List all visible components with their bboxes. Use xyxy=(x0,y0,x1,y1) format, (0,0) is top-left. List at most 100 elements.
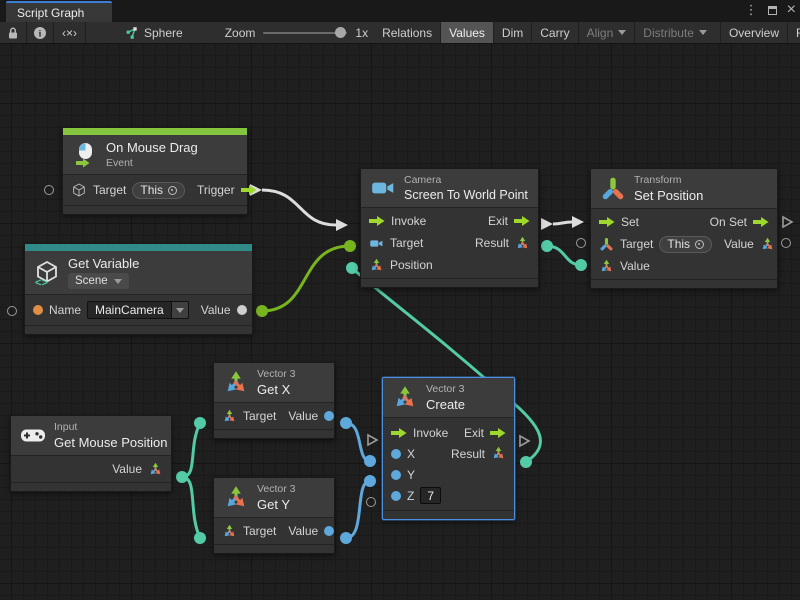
camera-target-port[interactable] xyxy=(344,240,356,252)
variable-scope-dropdown[interactable]: Scene xyxy=(68,273,129,289)
wire-trigger-to-invoke[interactable] xyxy=(262,190,336,225)
value-output-port[interactable] xyxy=(324,411,334,421)
wire-mouse-to-gety[interactable] xyxy=(182,477,200,538)
node-category: Camera xyxy=(404,174,528,186)
y-input-port[interactable] xyxy=(391,470,401,480)
code-icon: ‹×› xyxy=(62,26,77,40)
edit-code-button[interactable]: ‹×› xyxy=(54,22,86,43)
wire-gety-to-y[interactable] xyxy=(346,481,370,538)
camera-icon xyxy=(370,175,396,201)
chevron-down-icon xyxy=(114,279,122,284)
flow-arrow-icon[interactable] xyxy=(391,427,407,439)
wire-exit-to-set[interactable] xyxy=(553,222,572,224)
value-input-label: Value xyxy=(620,259,650,273)
maximize-icon[interactable] xyxy=(768,6,777,15)
node-get-mouse-position[interactable]: Input Get Mouse Position Value xyxy=(10,415,172,492)
node-title: On Mouse Drag xyxy=(106,140,198,155)
window-controls: ⋮ × xyxy=(745,0,796,20)
graph-name: Sphere xyxy=(144,26,183,40)
camera-result-port[interactable] xyxy=(541,240,553,252)
name-input-port[interactable] xyxy=(33,305,43,315)
graph-canvas[interactable]: On Mouse Drag Event Target This Trigger xyxy=(0,44,800,600)
getx-value-port[interactable] xyxy=(340,417,352,429)
create-exit-output-port[interactable] xyxy=(518,434,531,448)
full-screen-button[interactable]: Full Screen xyxy=(788,22,800,43)
exit-port-out[interactable] xyxy=(541,218,553,230)
get-variable-name-input-port[interactable] xyxy=(7,306,17,316)
this-target-chip[interactable]: This xyxy=(132,182,185,199)
relations-button[interactable]: Relations xyxy=(374,22,441,43)
vector3-port-icon[interactable] xyxy=(222,409,237,424)
z-value-field[interactable]: 7 xyxy=(420,487,441,504)
node-on-mouse-drag[interactable]: On Mouse Drag Event Target This Trigger xyxy=(62,127,248,215)
set-port-in[interactable] xyxy=(572,216,584,228)
node-get-x[interactable]: Vector 3 Get X Target Value xyxy=(213,362,335,439)
vector3-icon xyxy=(392,385,418,411)
wire-variable-to-target[interactable] xyxy=(262,246,350,311)
close-icon[interactable]: × xyxy=(787,0,796,20)
distribute-button[interactable]: Distribute xyxy=(635,22,715,43)
camera-position-port[interactable] xyxy=(346,262,358,274)
inspect-button[interactable] xyxy=(27,22,54,43)
node-screen-to-world-point[interactable]: Camera Screen To World Point Invoke Exit… xyxy=(360,168,539,288)
mouse-value-port[interactable] xyxy=(176,471,188,483)
flow-arrow-icon[interactable] xyxy=(599,216,615,228)
align-button[interactable]: Align xyxy=(579,22,636,43)
flow-arrow-icon[interactable] xyxy=(514,215,530,227)
flow-arrow-icon[interactable] xyxy=(753,216,769,228)
vector3-port-icon[interactable] xyxy=(515,236,530,251)
unity-variable-icon xyxy=(34,260,60,286)
vector3-port-icon[interactable] xyxy=(491,446,506,461)
create-z-input-port[interactable] xyxy=(366,497,376,507)
x-input-port[interactable] xyxy=(391,449,401,459)
values-button[interactable]: Values xyxy=(441,22,494,43)
carry-button[interactable]: Carry xyxy=(532,22,578,43)
dim-button[interactable]: Dim xyxy=(494,22,532,43)
flow-arrow-icon[interactable] xyxy=(241,184,257,196)
variable-value-port[interactable] xyxy=(256,305,268,317)
wire-mouse-to-getx[interactable] xyxy=(182,423,200,477)
vector3-port-icon[interactable] xyxy=(222,524,237,539)
zoom-slider-handle[interactable] xyxy=(335,27,346,38)
node-set-position[interactable]: Transform Set Position Set On Set Target… xyxy=(590,168,778,289)
transform-port-icon[interactable] xyxy=(599,237,614,252)
tab-script-graph[interactable]: Script Graph xyxy=(6,1,112,22)
camera-port-icon[interactable] xyxy=(369,236,384,251)
flow-arrow-icon[interactable] xyxy=(490,427,506,439)
create-y-port[interactable] xyxy=(364,475,376,487)
node-create-vector3[interactable]: Vector 3 Create Invoke Exit X Result xyxy=(382,377,515,520)
vector3-port-icon[interactable] xyxy=(148,462,163,477)
gety-value-port[interactable] xyxy=(340,532,352,544)
transform-target-input-port[interactable] xyxy=(576,238,586,248)
this-target-chip[interactable]: This xyxy=(659,236,712,253)
transform-value-port[interactable] xyxy=(575,259,587,271)
overview-button[interactable]: Overview xyxy=(720,22,788,43)
transform-value-output-port[interactable] xyxy=(781,238,791,248)
value-output-port[interactable] xyxy=(237,305,247,315)
z-port-label: Z xyxy=(407,489,414,503)
gety-target-port[interactable] xyxy=(194,532,206,544)
getx-target-port[interactable] xyxy=(194,417,206,429)
invoke-port-in[interactable] xyxy=(336,219,348,231)
menu-icon[interactable]: ⋮ xyxy=(745,0,758,20)
zoom-slider[interactable] xyxy=(263,32,347,34)
node-header: Vector 3 Get X xyxy=(214,363,334,403)
vector3-port-icon[interactable] xyxy=(369,258,384,273)
node-get-y[interactable]: Vector 3 Get Y Target Value xyxy=(213,477,335,554)
on-mouse-drag-target-input-port[interactable] xyxy=(44,185,54,195)
flow-arrow-icon[interactable] xyxy=(369,215,385,227)
vector3-port-icon[interactable] xyxy=(760,237,775,252)
z-input-port[interactable] xyxy=(391,491,401,501)
transform-on-set-output-port[interactable] xyxy=(781,215,794,229)
target-dot-icon xyxy=(168,186,177,195)
graph-icon xyxy=(124,26,138,40)
variable-name-field[interactable]: MainCamera xyxy=(87,301,189,319)
graph-reference[interactable]: Sphere xyxy=(118,22,189,43)
lock-button[interactable] xyxy=(0,22,27,43)
vector3-port-icon[interactable] xyxy=(599,259,614,274)
create-result-port[interactable] xyxy=(520,456,532,468)
create-invoke-input-port[interactable] xyxy=(366,433,379,447)
node-get-variable[interactable]: Get Variable Scene Name MainCamera xyxy=(24,243,253,335)
create-x-port[interactable] xyxy=(364,455,376,467)
value-output-port[interactable] xyxy=(324,526,334,536)
